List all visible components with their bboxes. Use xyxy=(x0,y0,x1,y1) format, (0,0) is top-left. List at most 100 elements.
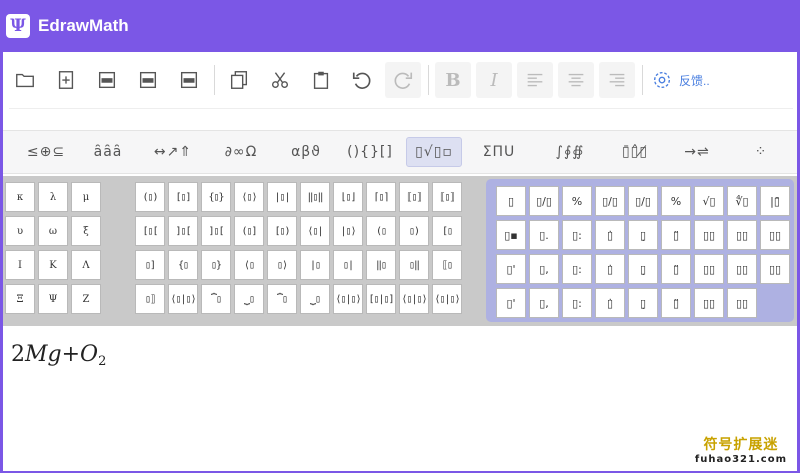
fence-template-button[interactable]: (▯) xyxy=(135,182,165,212)
fence-template-button[interactable]: ]▯[ xyxy=(201,216,231,246)
export-pdf-icon[interactable] xyxy=(89,62,125,98)
fence-template-button[interactable]: ▯} xyxy=(201,250,231,280)
fence-template-button[interactable]: ⟦▯⟧ xyxy=(399,182,429,212)
fraction-template-button[interactable]: ▯▯ xyxy=(727,288,757,318)
tab-calculus[interactable]: ∂∞Ω xyxy=(213,137,269,167)
fence-template-button[interactable]: ⟨▯| xyxy=(300,216,330,246)
fraction-template-button[interactable]: ▯̇ xyxy=(595,288,625,318)
fence-template-button[interactable]: [▯) xyxy=(267,216,297,246)
fence-template-button[interactable]: [▯|▯] xyxy=(366,284,396,314)
redo-icon[interactable] xyxy=(385,62,421,98)
greek-symbol-button[interactable]: μ xyxy=(71,182,101,212)
fence-template-button[interactable]: ▯| xyxy=(333,250,363,280)
fraction-template-button[interactable]: ▯̇ xyxy=(595,254,625,284)
tab-integrals[interactable]: ∫∮∯ xyxy=(543,137,597,167)
fence-template-button[interactable]: ⏞▯ xyxy=(201,284,231,314)
fence-template-button[interactable]: |▯ xyxy=(300,250,330,280)
fence-template-button[interactable]: (▯] xyxy=(234,216,264,246)
greek-symbol-button[interactable]: Ξ xyxy=(5,284,35,314)
fraction-template-button[interactable]: ▯▯ xyxy=(760,254,790,284)
greek-symbol-button[interactable]: Ψ xyxy=(38,284,68,314)
fence-template-button[interactable]: ⏟▯ xyxy=(300,284,330,314)
fraction-template-button[interactable]: ▯̈ xyxy=(661,288,691,318)
formula-editor[interactable]: 2Mg+O2 符号扩展迷 fuhao321.com xyxy=(3,328,797,471)
fence-template-button[interactable]: ⏟▯ xyxy=(234,284,264,314)
fence-template-button[interactable]: {▯ xyxy=(168,250,198,280)
fence-template-button[interactable]: ‖▯ xyxy=(366,250,396,280)
greek-symbol-button[interactable]: Λ xyxy=(71,250,101,280)
align-left-icon[interactable] xyxy=(517,62,553,98)
fence-template-button[interactable]: |▯⟩ xyxy=(333,216,363,246)
fraction-template-button[interactable]: ▯: xyxy=(562,254,592,284)
fence-template-button[interactable]: ⟨▯|▯⟩ xyxy=(399,284,429,314)
fraction-template-button[interactable]: ▯̣ xyxy=(628,220,658,250)
fraction-template-button[interactable]: ▯▯ xyxy=(760,220,790,250)
fence-template-button[interactable]: [▯[ xyxy=(135,216,165,246)
fraction-template-button[interactable]: ▯/▯ xyxy=(595,186,625,216)
fence-template-button[interactable]: ⟨▯|▯⟩ xyxy=(432,284,462,314)
fraction-template-button[interactable]: ▯▯ xyxy=(727,220,757,250)
greek-symbol-button[interactable]: Ζ xyxy=(71,284,101,314)
fence-template-button[interactable]: ⟨▯|▯⟩ xyxy=(168,284,198,314)
undo-icon[interactable] xyxy=(344,62,380,98)
formula-display[interactable]: 2Mg+O2 xyxy=(11,342,106,369)
greek-symbol-button[interactable]: ω xyxy=(38,216,68,246)
fraction-template-button[interactable]: ▯▪ xyxy=(496,220,526,250)
fraction-template-button[interactable]: ▯▯ xyxy=(694,288,724,318)
tab-labeled-arrows[interactable]: →⇌ xyxy=(673,137,721,167)
settings-gear-icon[interactable] xyxy=(649,62,675,98)
cut-icon[interactable] xyxy=(262,62,298,98)
fraction-template-button[interactable]: ▯, xyxy=(529,254,559,284)
fraction-template-button[interactable]: ▯/▯ xyxy=(529,186,559,216)
feedback-link[interactable]: 反馈.. xyxy=(679,72,710,89)
fence-template-button[interactable]: {▯} xyxy=(201,182,231,212)
greek-symbol-button[interactable]: κ xyxy=(5,182,35,212)
fraction-template-button[interactable]: ▯/▯ xyxy=(628,186,658,216)
tab-decorations[interactable]: ▯̄▯̂▯̸ xyxy=(607,137,663,167)
paste-icon[interactable] xyxy=(303,62,339,98)
fraction-template-button[interactable]: ▯▯ xyxy=(727,254,757,284)
fraction-template-button[interactable]: ∜▯ xyxy=(727,186,757,216)
fence-template-button[interactable]: ⟨▯⟩ xyxy=(234,182,264,212)
greek-symbol-button[interactable]: ξ xyxy=(71,216,101,246)
export-html-icon[interactable] xyxy=(130,62,166,98)
fence-template-button[interactable]: ‖▯‖ xyxy=(300,182,330,212)
fence-template-button[interactable]: ▯] xyxy=(135,250,165,280)
new-icon[interactable] xyxy=(48,62,84,98)
fraction-template-button[interactable]: % xyxy=(562,186,592,216)
fence-template-button[interactable]: ⌈▯⌉ xyxy=(366,182,396,212)
tab-arrows[interactable]: ↔↗⇑ xyxy=(145,137,201,167)
fence-template-button[interactable]: ▯⟩ xyxy=(267,250,297,280)
fence-template-button[interactable]: ⌊▯⌋ xyxy=(333,182,363,212)
bold-button[interactable]: B xyxy=(435,62,471,98)
fraction-template-button[interactable]: |▯̄ xyxy=(760,186,790,216)
fence-template-button[interactable]: ⟦▯ xyxy=(432,250,462,280)
tab-matrix[interactable]: ⁘ xyxy=(743,137,779,167)
fraction-template-button[interactable]: ▯̇ xyxy=(595,220,625,250)
fraction-template-button[interactable]: √▯ xyxy=(694,186,724,216)
greek-symbol-button[interactable]: υ xyxy=(5,216,35,246)
tab-greek[interactable]: αβϑ xyxy=(279,137,333,167)
open-icon[interactable] xyxy=(7,62,43,98)
greek-symbol-button[interactable]: Ι xyxy=(5,250,35,280)
fraction-template-button[interactable]: ▯̈ xyxy=(661,254,691,284)
tab-fences[interactable]: (){}[] xyxy=(343,137,397,167)
italic-button[interactable]: I xyxy=(476,62,512,98)
export-tex-icon[interactable] xyxy=(171,62,207,98)
fence-template-button[interactable]: ⟨▯|▯⟩ xyxy=(333,284,363,314)
fence-template-button[interactable]: ▯⟧ xyxy=(135,284,165,314)
fence-template-button[interactable]: ⟦▯⟧ xyxy=(432,182,462,212)
fraction-template-button[interactable]: ▯: xyxy=(562,288,592,318)
fence-template-button[interactable]: ⟨▯ xyxy=(234,250,264,280)
fraction-template-button[interactable]: ▯̣ xyxy=(628,288,658,318)
fence-template-button[interactable]: ▯‖ xyxy=(399,250,429,280)
fraction-template-button[interactable]: ▯ xyxy=(496,186,526,216)
fraction-template-button[interactable]: ▯. xyxy=(529,220,559,250)
fraction-template-button[interactable]: % xyxy=(661,186,691,216)
fence-template-button[interactable]: |▯| xyxy=(267,182,297,212)
tab-operators[interactable]: ΣΠU xyxy=(473,137,525,167)
fraction-template-button[interactable]: ▯▯ xyxy=(694,254,724,284)
fraction-template-button[interactable]: ▯, xyxy=(529,288,559,318)
fence-template-button[interactable]: (▯ xyxy=(366,216,396,246)
align-right-icon[interactable] xyxy=(599,62,635,98)
